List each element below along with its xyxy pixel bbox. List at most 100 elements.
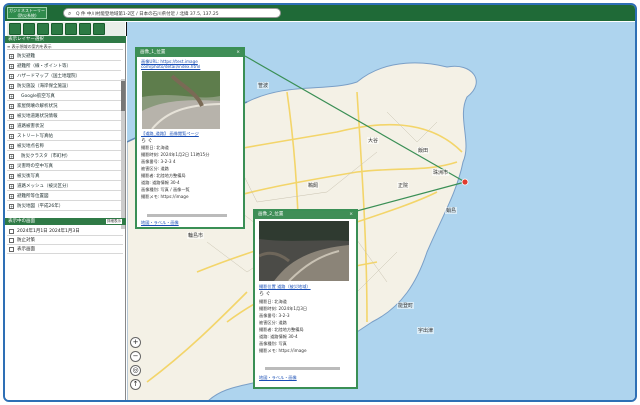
share-icons[interactable]: ら ぐ: [259, 290, 271, 297]
expand-icon[interactable]: +: [9, 194, 14, 199]
search-input[interactable]: Q 件 中川村能登地域第1-2区 / 日本の石川県付近 / 北緯 37.5, 1…: [76, 11, 219, 17]
road-damage-photo[interactable]: [259, 221, 349, 281]
toolbar: [7, 22, 125, 36]
layer-item[interactable]: + 被災地点名称: [7, 142, 121, 151]
popup-slider[interactable]: [265, 366, 340, 371]
expand-icon[interactable]: +: [9, 154, 14, 159]
layer-item[interactable]: + 防災避難: [7, 52, 121, 61]
road-damage-photo[interactable]: [142, 71, 220, 129]
expand-icon[interactable]: +: [9, 184, 14, 189]
menu-tool-icon[interactable]: [23, 23, 35, 35]
expand-icon[interactable]: +: [9, 94, 14, 99]
expand-icon[interactable]: +: [9, 124, 14, 129]
popup-field: 画像番号: 3-2-3: [259, 313, 290, 318]
layer-item[interactable]: + 避難所（線・ポイント等）: [7, 62, 121, 71]
popup-field: 撮影時刻: 2024年1月2日 11時15分: [141, 152, 210, 157]
compass-icon[interactable]: ↑: [130, 379, 141, 390]
layer-label: 避難所（線・ポイント等）: [17, 64, 71, 69]
photo-popup-1: 画像_1_位置 × 画像URL: https://test.image com/p…: [135, 47, 245, 229]
popup-title: 画像_2_位置: [258, 212, 284, 217]
layer-label: 防災クラスタ（市町村）: [21, 154, 71, 159]
place-label: 飯田: [417, 147, 430, 154]
expand-icon[interactable]: +: [9, 54, 14, 59]
detail-button[interactable]: 詳細表示: [106, 219, 122, 224]
view-row[interactable]: 2024年1月1日 2024年1月3日: [7, 227, 123, 236]
place-label: 大谷: [367, 137, 380, 144]
expand-icon[interactable]: +: [9, 134, 14, 139]
share-icons[interactable]: ら ぐ: [141, 137, 153, 144]
expand-icon[interactable]: +: [9, 104, 14, 109]
layer-section-header[interactable]: 表示レイヤー選択: [5, 36, 126, 43]
view-row[interactable]: 表示画面: [7, 245, 123, 254]
layer-label: ハザードマップ（国土地理院）: [17, 74, 80, 79]
popup-url[interactable]: com/photo/detail/index.html: [141, 64, 200, 69]
popup-field: 撮影日: 北海道: [141, 145, 169, 150]
top-bar: ガジミネストーリー (防災系統) ⌕ Q 件 中川村能登地域第1-2区 / 日本の石…: [5, 5, 635, 21]
layer-item[interactable]: + ハザードマップ（国土地理院）: [7, 72, 121, 81]
expand-icon[interactable]: +: [9, 114, 14, 119]
expand-icon[interactable]: +: [9, 84, 14, 89]
popup-field: 撮影者: 北陸地方整備局: [259, 327, 304, 332]
layer-item[interactable]: + 防災クラスタ（市町村）: [7, 152, 121, 161]
expand-icon[interactable]: +: [9, 74, 14, 79]
popup-footer-link[interactable]: 地図・ラベル・画像: [259, 375, 297, 381]
layer-label: 道路メッシュ（被災区分）: [17, 184, 71, 189]
popup-field: 撮影者: 北陸地方整備局: [141, 173, 186, 178]
view-row[interactable]: 防止対策: [7, 236, 123, 245]
popup-field: 画像種別: 写真 / 画像一覧: [141, 187, 190, 192]
layer-label: 被災地点名称: [17, 144, 44, 149]
locate-icon[interactable]: ◎: [130, 365, 141, 376]
popup-field: 被害区分: 道路: [141, 166, 169, 171]
layer-label: 災害時の空中写真: [17, 164, 53, 169]
expand-icon[interactable]: +: [9, 64, 14, 69]
close-icon[interactable]: ×: [236, 49, 240, 57]
zoom-out-button[interactable]: −: [130, 351, 141, 362]
map-tool-icon[interactable]: [37, 23, 49, 35]
popup-slider[interactable]: [147, 213, 227, 218]
expand-icon[interactable]: +: [9, 144, 14, 149]
layer-item[interactable]: + 被災地道路状況情報: [7, 112, 121, 121]
layer-item[interactable]: + 被災後写真: [7, 172, 121, 181]
place-label: 蛸島: [445, 207, 458, 214]
search-bar[interactable]: ⌕ Q 件 中川村能登地域第1-2区 / 日本の石川県付近 / 北緯 37.5, …: [63, 8, 281, 18]
zoom-controls: + − ◎ ↑: [130, 337, 141, 400]
layer-tool-icon[interactable]: [9, 23, 21, 35]
layer-item[interactable]: + 災害時の空中写真: [7, 162, 121, 171]
photo-location-marker: [461, 178, 469, 186]
measure-tool-icon[interactable]: [65, 23, 77, 35]
layer-item[interactable]: + 道路メッシュ（被災区分）: [7, 182, 121, 191]
layer-item[interactable]: + 避難所等位置図: [7, 192, 121, 201]
app-logo[interactable]: ガジミネストーリー (防災系統): [7, 7, 47, 19]
popup-field: 画像種別: 写真: [259, 341, 287, 346]
place-label: 珠洲市: [432, 169, 450, 176]
layer-item[interactable]: + 防災地図（平成26年）: [7, 202, 121, 211]
layer-item[interactable]: + ストリート写真帖: [7, 132, 121, 141]
layer-guide-row[interactable]: ≡ 表示領域の案内を表示: [7, 44, 123, 50]
expand-icon[interactable]: +: [9, 174, 14, 179]
scroll-thumb[interactable]: [121, 81, 125, 111]
photo-popup-2: 画像_2_位置 × 撮影位置 道路（被災地域） ら ぐ 撮影日: 北海道 撮影時刻:…: [253, 209, 358, 389]
layer-item[interactable]: + Google航空写真: [7, 92, 121, 101]
layer-item[interactable]: + 家屋倒壊の解析状況: [7, 102, 121, 111]
expand-icon[interactable]: [9, 229, 14, 234]
map-canvas[interactable]: 珠洲市 大谷 笹波 蛸島 正院 輪島市 能登町 鵜飼 宇出津 飯田 画像_1_位…: [127, 22, 635, 400]
layer-item[interactable]: + 防災施設（海岸保全施設）: [7, 82, 121, 91]
layer-item[interactable]: + 道路被害状況: [7, 122, 121, 131]
popup-field: 道路: 道路情報 30-4: [259, 334, 298, 339]
layer-label: 防災地図（平成26年）: [17, 204, 64, 209]
close-icon[interactable]: ×: [349, 211, 353, 219]
popup-title: 画像_1_位置: [140, 50, 166, 55]
place-label: 宇出津: [417, 327, 435, 334]
layer-label: ストリート写真帖: [17, 134, 53, 139]
print-tool-icon[interactable]: [79, 23, 91, 35]
expand-icon[interactable]: [9, 238, 14, 243]
photo-tool-icon[interactable]: [51, 23, 63, 35]
expand-icon[interactable]: [9, 247, 14, 252]
popup-footer-link[interactable]: 地図・ラベル・画像: [141, 220, 179, 226]
expand-icon[interactable]: +: [9, 164, 14, 169]
sidebar-scrollbar[interactable]: [121, 79, 125, 229]
help-tool-icon[interactable]: [93, 23, 105, 35]
app-window: ガジミネストーリー (防災系統) ⌕ Q 件 中川村能登地域第1-2区 / 日本の石…: [3, 3, 637, 402]
expand-icon[interactable]: +: [9, 204, 14, 209]
zoom-in-button[interactable]: +: [130, 337, 141, 348]
